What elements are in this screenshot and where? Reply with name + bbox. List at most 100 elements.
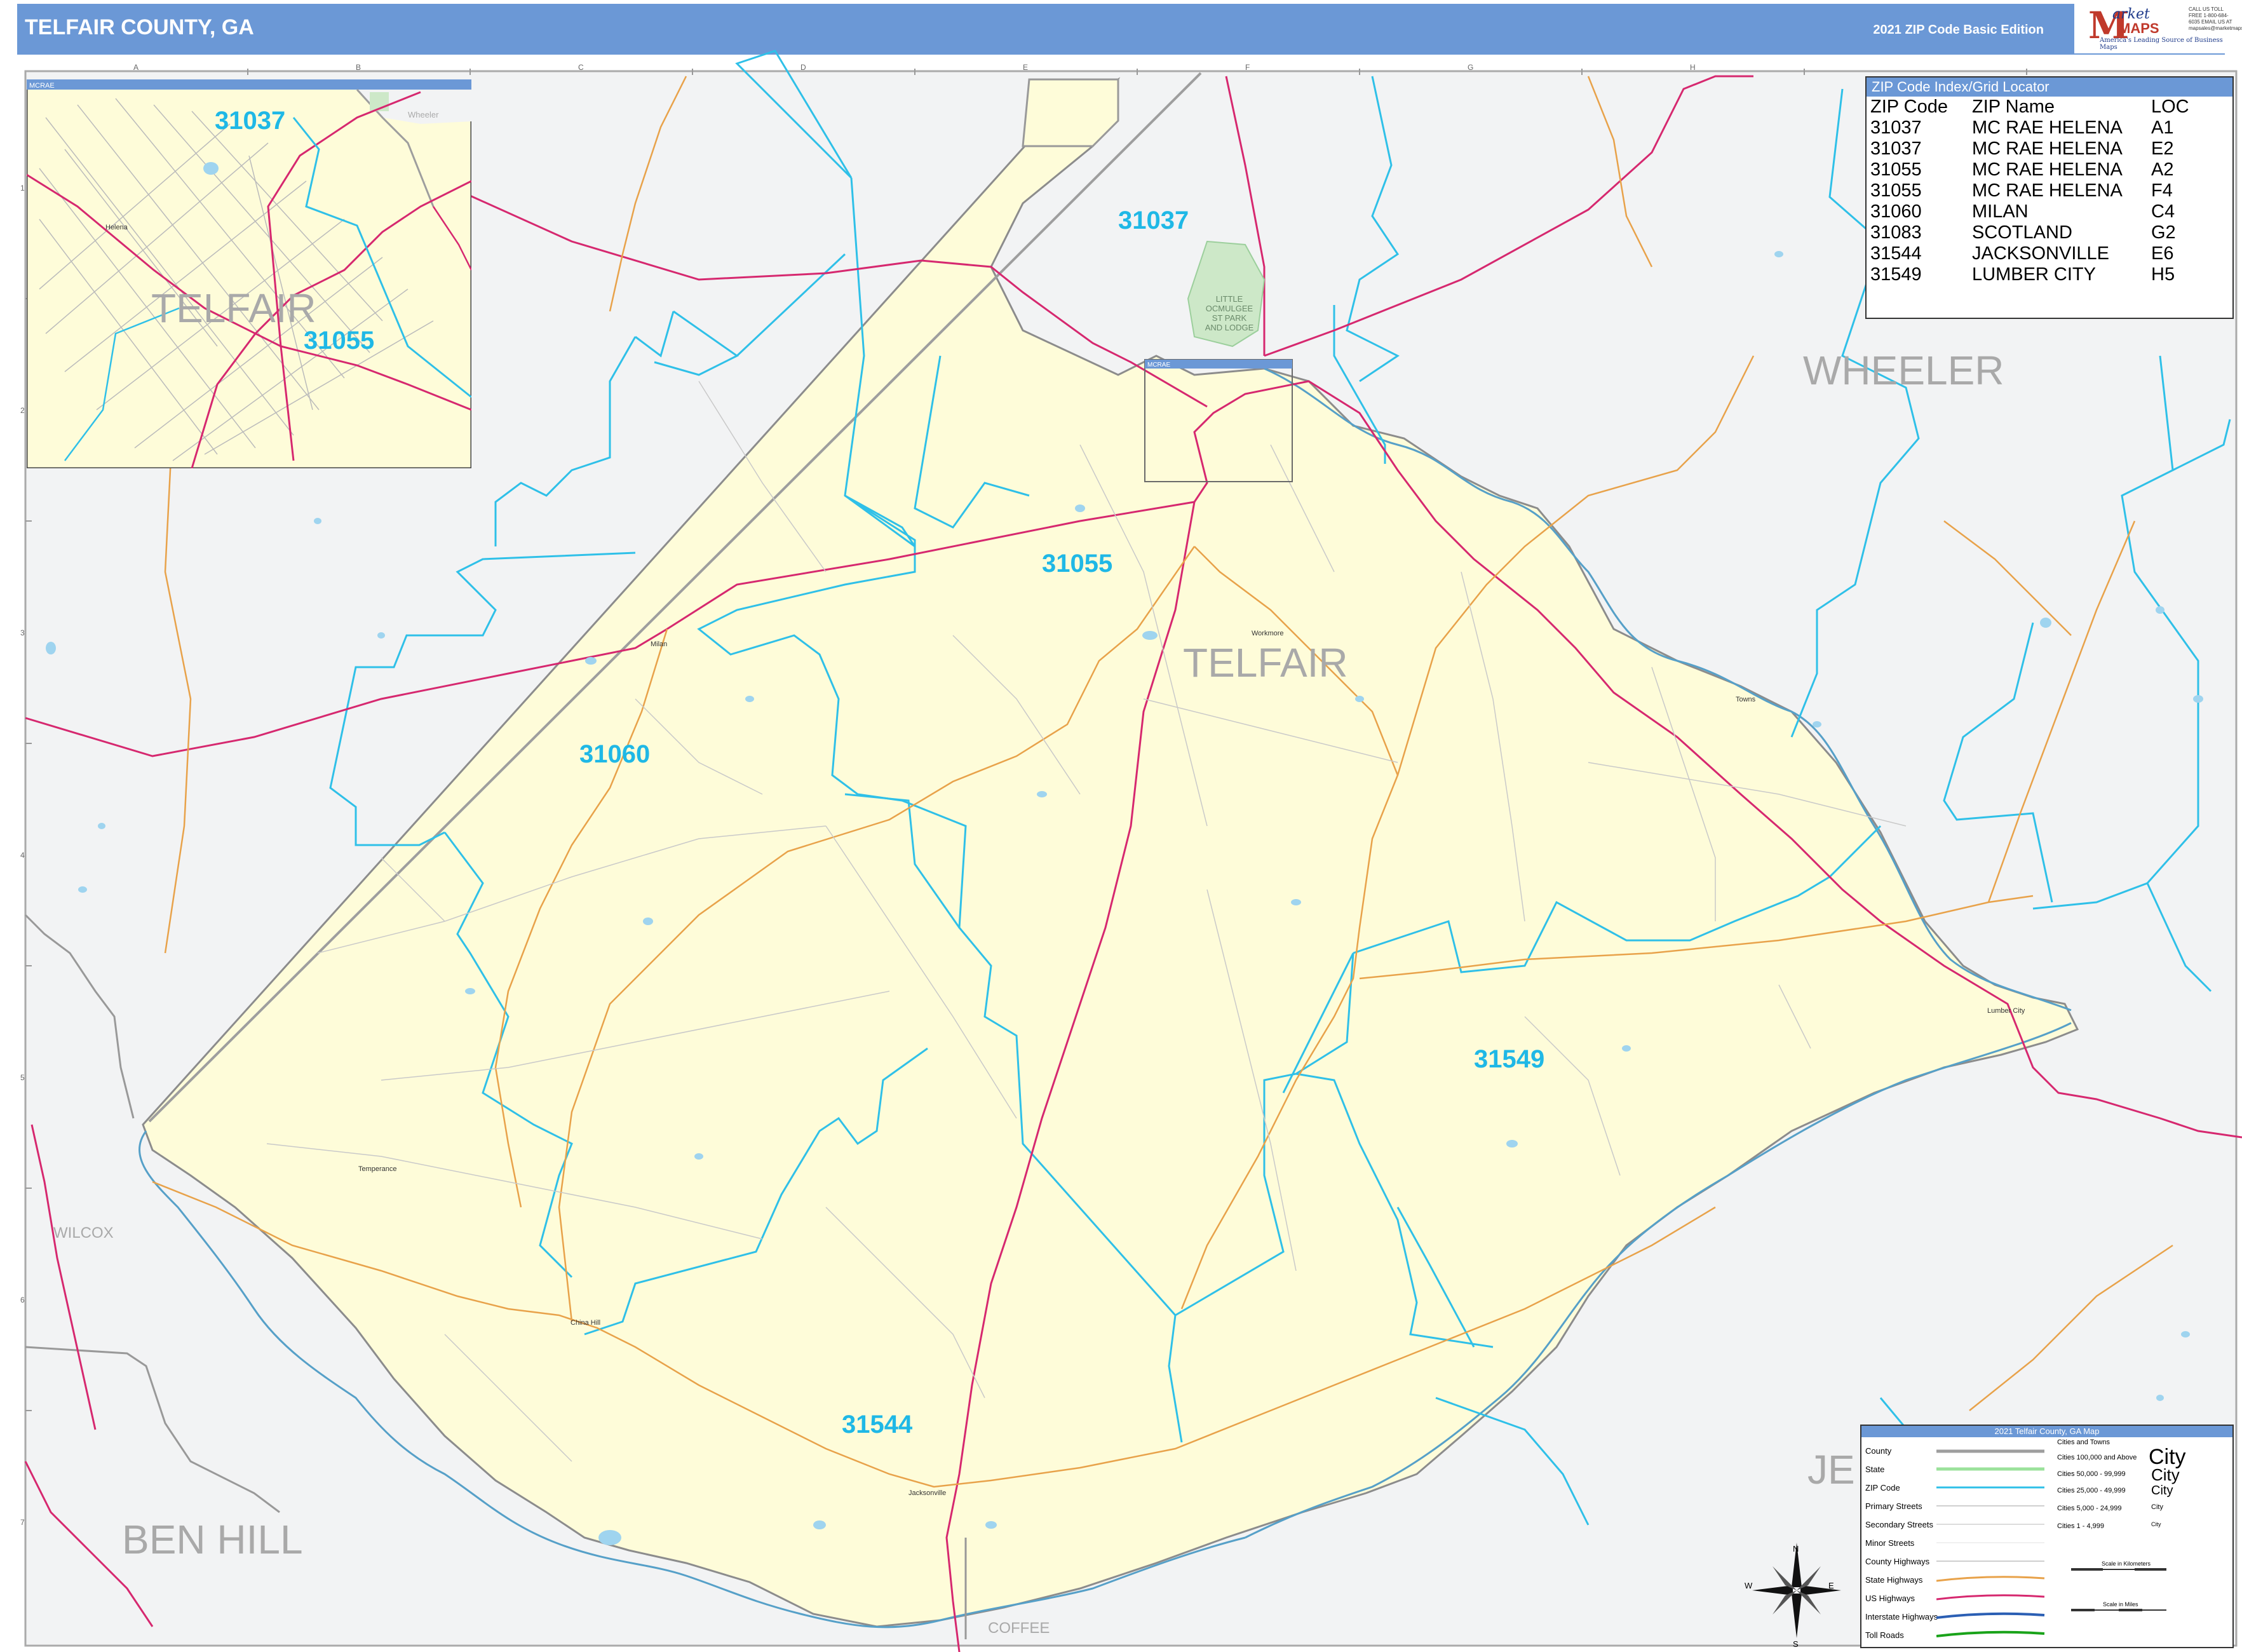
neighbor-county-label: COFFEE [988,1620,1050,1637]
zip-name-cell: SCOTLAND [1972,222,2072,243]
zip-index-header-row: ZIP Code ZIP Name LOC [1868,97,2192,118]
svg-text:S: S [1793,1639,1799,1649]
grid-row-label: 6 [20,1296,25,1304]
legend-swatch-us-hwy [1936,1594,2045,1601]
legend-city-class: Cities 1 - 4,999 [2057,1522,2104,1530]
legend-city-class: Cities 25,000 - 49,999 [2057,1487,2126,1494]
legend-item: Primary Streets [1865,1501,1922,1511]
zip-cell: 31037 [1870,139,1922,159]
legend-item: State [1865,1465,1885,1474]
zip-cell: 31060 [1870,201,1922,222]
zip-label: 31544 [842,1411,913,1439]
inset-lake [203,162,219,175]
legend-item: County [1865,1446,1892,1456]
zip-name-cell: MC RAE HELENA [1972,159,2123,180]
zip-name-cell: JACKSONVILLE [1972,243,2109,264]
loc-cell: E6 [2151,243,2174,264]
legend-city-class: Cities 5,000 - 24,999 [2057,1505,2122,1512]
grid-row-label: 7 [20,1518,25,1527]
inset-title-bar [27,79,471,90]
grid-row-label: 2 [20,406,25,415]
svg-text:W: W [1745,1581,1753,1590]
legend-item: County Highways [1865,1557,1930,1566]
legend-city-sample: City [2151,1484,2173,1498]
zip-name-cell: LUMBER CITY [1972,264,2096,285]
zip-cell: 31055 [1870,159,1922,180]
zip-cell: 31083 [1870,222,1922,243]
legend-city-sample: City [2149,1445,2186,1469]
legend-title: 2021 Telfair County, GA Map [1861,1426,2232,1437]
neighbor-county-label: WHEELER [1803,348,2004,393]
mcrae-inset-map: MCRAE Wheeler 31037 31055 TELFAIR Helena [27,79,471,468]
neighbor-county-label: BEN HILL [122,1517,303,1562]
zip-name-cell: MC RAE HELENA [1972,139,2123,159]
county-name-label: TELFAIR [1183,640,1348,686]
inset-zip-label: 31037 [215,107,285,135]
legend-item: US Highways [1865,1594,1915,1603]
place-label: Temperance [358,1165,397,1173]
place-label: Towns [1736,696,1756,703]
grid-col-label: F [1245,63,1250,72]
place-label: Workmore [1252,630,1284,637]
table-row: 31055 MC RAE HELENA F4 [1868,180,2192,201]
zip-name-cell: MC RAE HELENA [1972,118,2123,138]
loc-cell: A2 [2151,159,2174,180]
svg-text:AND LODGE: AND LODGE [1205,323,1254,332]
table-row: 31060 MILAN C4 [1868,201,2192,222]
zip-index-header: LOC [2151,97,2189,117]
scale-km-label: Scale in Kilometers [2102,1561,2151,1567]
zip-label: 31549 [1474,1045,1544,1073]
legend-city-sample: City [2151,1521,2161,1527]
mcrae-inset-box-label: MCRAE [1147,362,1170,369]
grid-row-label: 1 [20,184,25,193]
legend-city-sample: City [2151,1503,2163,1511]
table-row: 31037 MC RAE HELENA E2 [1868,139,2192,159]
legend-city-sample: City [2151,1465,2180,1484]
loc-cell: H5 [2151,264,2175,285]
grid-col-label: D [800,63,806,72]
grid-col-label: H [1690,63,1696,72]
neighbor-county-label: WILCOX [53,1224,114,1242]
legend-item: Interstate Highways [1865,1612,1938,1622]
place-label: Jacksonville [908,1489,946,1497]
grid-row-label: 4 [20,851,25,860]
grid-col-label: G [1468,63,1473,72]
zip-label: 31037 [1118,207,1189,234]
loc-cell: E2 [2151,139,2174,159]
svg-text:N: N [1793,1544,1799,1554]
grid-col-label: A [133,63,138,72]
legend-item: Minor Streets [1865,1538,1915,1548]
grid-col-label: B [356,63,361,72]
svg-text:E: E [1828,1581,1834,1590]
svg-text:ST PARK: ST PARK [1212,313,1247,323]
zip-index-table: ZIP Code ZIP Name LOC 31037 MC RAE HELENA… [1868,97,2192,285]
zip-index-header: ZIP Name [1972,97,2055,117]
scale-mi-label: Scale in Miles [2103,1601,2138,1608]
zip-name-cell: MILAN [1972,201,2029,222]
place-label: Lumber City [1987,1007,2025,1015]
loc-cell: G2 [2151,222,2176,243]
legend-swatch-interstate [1936,1612,2045,1619]
table-row: 31544 JACKSONVILLE E6 [1868,243,2192,264]
inset-frame [27,79,471,468]
zip-cell: 31549 [1870,264,1922,285]
legend-swatch-state-hwy [1936,1576,2045,1582]
legend-city-class: Cities 100,000 and Above [2057,1454,2137,1461]
legend-item: ZIP Code [1865,1483,1900,1493]
zip-name-cell: MC RAE HELENA [1972,180,2123,201]
zip-index-header: ZIP Code [1870,97,1948,117]
loc-cell: A1 [2151,118,2174,138]
loc-cell: C4 [2151,201,2175,222]
svg-text:OCMULGEE: OCMULGEE [1206,304,1253,313]
table-row: 31083 SCOTLAND G2 [1868,222,2192,243]
legend-scale-bars [2071,1568,2166,1611]
place-label: China Hill [571,1319,600,1327]
inset-county-label: TELFAIR [151,285,316,331]
inset-place-label: Helena [105,224,128,231]
svg-text:LITTLE: LITTLE [1216,294,1243,304]
loc-cell: F4 [2151,180,2173,201]
inset-neighbor: Wheeler [408,110,439,119]
zip-cell: 31055 [1870,180,1922,201]
zip-index-panel: ZIP Code Index/Grid Locator ZIP Code ZIP… [1865,76,2234,319]
legend-city-class: Cities 50,000 - 99,999 [2057,1470,2126,1478]
